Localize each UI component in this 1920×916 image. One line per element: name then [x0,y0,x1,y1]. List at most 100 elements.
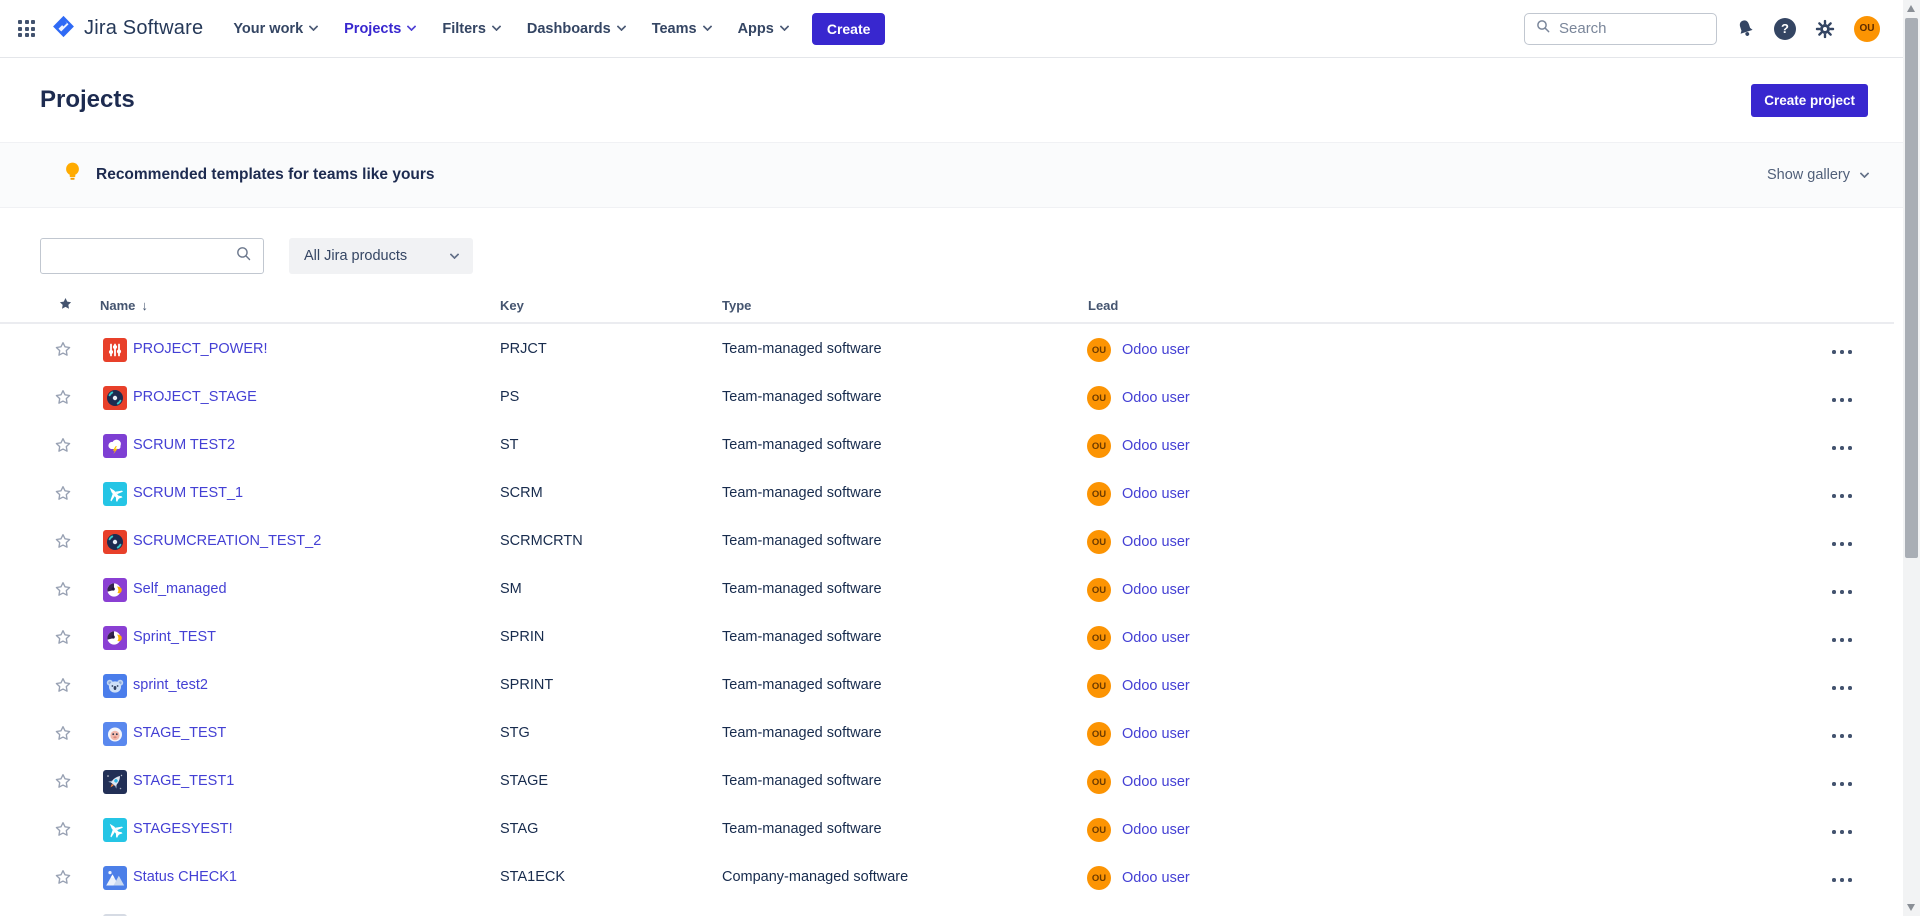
favorite-star-icon[interactable] [54,580,72,601]
more-actions-button[interactable] [1830,826,1854,838]
favorite-star-icon[interactable] [54,532,72,553]
project-key: STAGE [500,773,548,789]
lead-name-link[interactable]: Odoo user [1122,870,1190,886]
project-name-link[interactable]: Status CHECK1 [133,869,237,885]
project-type: Company-managed software [722,869,908,885]
favorite-star-icon[interactable] [54,676,72,697]
main-nav: Your work Projects Filters Dashboards Te… [233,21,788,37]
project-name-link[interactable]: SCRUMCREATION_TEST_2 [133,533,321,549]
banner-title: Recommended templates for teams like you… [96,166,435,184]
nav-item-apps[interactable]: Apps [738,21,788,37]
project-name-link[interactable]: PROJECT_POWER! [133,341,268,357]
lead-name-link[interactable]: Odoo user [1122,534,1190,550]
favorite-star-icon[interactable] [54,820,72,841]
lead-name-link[interactable]: Odoo user [1122,678,1190,694]
project-name-link[interactable]: STAGE_TEST1 [133,773,234,789]
lead-name-link[interactable]: Odoo user [1122,774,1190,790]
product-filter-dropdown[interactable]: All Jira products [289,238,473,274]
jira-logo[interactable]: Jira Software [51,14,203,44]
project-key: STG [500,725,530,741]
table-row: STAGE_TEST STG Team-managed software OU … [0,710,1920,758]
favorite-star-icon[interactable] [54,484,72,505]
app-switcher-icon[interactable] [18,20,35,37]
settings-gear-icon[interactable] [1814,18,1836,40]
project-name-link[interactable]: PROJECT_STAGE [133,389,257,405]
more-actions-button[interactable] [1830,538,1854,550]
create-project-button[interactable]: Create project [1751,84,1868,117]
nav-item-teams[interactable]: Teams [652,21,711,37]
user-avatar[interactable]: OU [1854,16,1880,42]
airplane-icon [103,482,127,506]
scroll-down-arrow-icon[interactable] [1907,904,1915,911]
lead-name-link[interactable]: Odoo user [1122,438,1190,454]
more-actions-button[interactable] [1830,682,1854,694]
lead-name-link[interactable]: Odoo user [1122,390,1190,406]
lead-name-link[interactable]: Odoo user [1122,726,1190,742]
nav-item-dashboards[interactable]: Dashboards [527,21,625,37]
create-button[interactable]: Create [812,13,886,45]
star-column-header-icon[interactable] [58,296,73,314]
nav-item-your-work[interactable]: Your work [233,21,317,37]
column-header-key[interactable]: Key [500,298,524,313]
favorite-star-icon[interactable] [54,340,72,361]
lead-name-link[interactable]: Odoo user [1122,630,1190,646]
more-actions-button[interactable] [1830,778,1854,790]
table-row: SCRUMCREATION_TEST_2 SCRMCRTN Team-manag… [0,518,1920,566]
more-actions-button[interactable] [1830,346,1854,358]
project-search-input[interactable] [52,248,235,264]
lead-name-link[interactable]: Odoo user [1122,486,1190,502]
table-header: Name ↓ Key Type Lead [0,294,1894,324]
more-actions-button[interactable] [1830,634,1854,646]
project-name-link[interactable]: STAGESYEST! [133,821,233,837]
show-gallery-button[interactable]: Show gallery [1767,167,1868,183]
airplane-icon [103,818,127,842]
favorite-star-icon[interactable] [54,772,72,793]
scroll-up-arrow-icon[interactable] [1907,5,1915,12]
lead-name-link[interactable]: Odoo user [1122,822,1190,838]
favorite-star-icon[interactable] [54,388,72,409]
vertical-scrollbar[interactable] [1903,0,1920,916]
more-actions-button[interactable] [1830,442,1854,454]
column-header-lead[interactable]: Lead [1088,298,1118,313]
parrot-icon [103,626,127,650]
chevron-down-icon [309,22,319,32]
top-navbar: Jira Software Your work Projects Filters… [0,0,1920,58]
favorite-star-icon[interactable] [54,628,72,649]
page-title: Projects [40,86,135,114]
lead-name-link[interactable]: Odoo user [1122,342,1190,358]
lead-avatar: OU [1087,818,1111,842]
favorite-star-icon[interactable] [54,436,72,457]
more-actions-button[interactable] [1830,586,1854,598]
table-row: SCRUM TEST2 ST Team-managed software OU … [0,422,1920,470]
nav-item-filters[interactable]: Filters [442,21,500,37]
search-input[interactable] [1559,20,1689,37]
more-actions-button[interactable] [1830,730,1854,742]
project-name-link[interactable]: Self_managed [133,581,227,597]
more-actions-button[interactable] [1830,394,1854,406]
koala-icon [103,674,127,698]
project-name-link[interactable]: SCRUM TEST_1 [133,485,243,501]
project-name-link[interactable]: sprint_test2 [133,677,208,693]
search-icon [235,245,252,267]
scrollbar-thumb[interactable] [1905,18,1918,558]
more-actions-button[interactable] [1830,874,1854,886]
table-row: Self_managed SM Team-managed software OU… [0,566,1920,614]
project-name-link[interactable]: Sprint_TEST [133,629,216,645]
global-search[interactable] [1524,13,1717,45]
notifications-bell-icon[interactable] [1735,18,1756,39]
column-header-name[interactable]: Name ↓ [100,298,148,313]
favorite-star-icon[interactable] [54,868,72,889]
project-name-link[interactable]: STAGE_TEST [133,725,226,741]
nav-item-projects[interactable]: Projects [344,21,415,37]
project-type: Team-managed software [722,533,882,549]
more-actions-button[interactable] [1830,490,1854,502]
help-icon[interactable]: ? [1774,18,1796,40]
project-type: Team-managed software [722,629,882,645]
favorite-star-icon[interactable] [54,724,72,745]
lead-avatar: OU [1087,530,1111,554]
project-name-link[interactable]: SCRUM TEST2 [133,437,235,453]
project-search-box[interactable] [40,238,264,274]
chevron-down-icon [491,22,501,32]
column-header-type[interactable]: Type [722,298,751,313]
lead-name-link[interactable]: Odoo user [1122,582,1190,598]
